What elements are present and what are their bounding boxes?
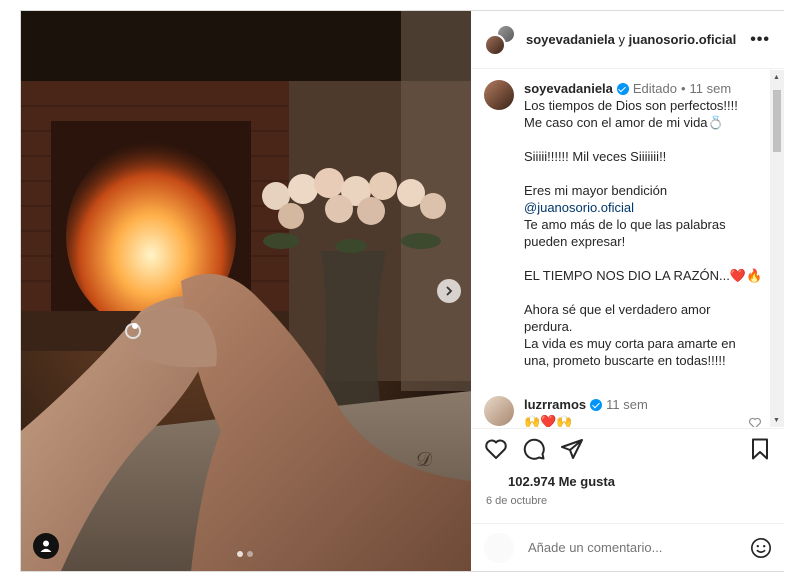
comment-text: 🙌❤️🙌 — [524, 414, 573, 427]
avatar-stack[interactable] — [484, 23, 516, 56]
scrollbar-thumb[interactable] — [773, 90, 781, 152]
emoji-icon[interactable] — [750, 537, 772, 559]
post-caption: soyevadaniela Editado • 11 sem Los tiemp… — [484, 80, 766, 369]
author-link[interactable]: juanosorio.oficial — [629, 32, 737, 47]
scroll-up-icon[interactable]: ▲ — [773, 74, 780, 81]
post-authors: soyevadaniela y juanosorio.oficial — [526, 32, 736, 47]
comments-section: soyevadaniela Editado • 11 sem Los tiemp… — [472, 70, 784, 427]
post-actions: 102.974 Me gusta 6 de octubre — [472, 428, 784, 514]
comment-item: luzrramos 11 sem 🙌❤️🙌 — [484, 396, 766, 427]
mention-link[interactable]: @juanosorio.oficial — [524, 199, 762, 216]
caption-line: pueden expresar! — [524, 234, 626, 249]
likes-count[interactable]: 102.974 Me gusta — [472, 474, 784, 489]
caption-line: La vida es muy corta para amarte en — [524, 336, 736, 351]
comment-username[interactable]: luzrramos — [524, 396, 586, 413]
svg-text:𝒟: 𝒟 — [416, 447, 432, 471]
verified-badge-icon — [590, 398, 603, 411]
caption-username[interactable]: soyevadaniela — [524, 80, 613, 97]
share-paper-plane-icon[interactable] — [560, 437, 584, 461]
caption-line: EL TIEMPO NOS DIO LA RAZÓN...❤️🔥 — [524, 268, 763, 283]
caption-line: Los tiempos de Dios son perfectos!!!! — [524, 98, 738, 113]
tagged-users-button[interactable] — [33, 533, 59, 559]
engagement-photo-illustration: 𝒟 — [21, 11, 471, 571]
person-icon — [40, 540, 52, 552]
caption-line: una, prometo buscarte en todas!!!!! — [524, 353, 726, 368]
comments-scrollbar[interactable]: ▲ ▼ — [770, 70, 784, 427]
avatar[interactable] — [484, 396, 514, 426]
comment-input[interactable] — [528, 540, 750, 555]
caption-line: Ahora sé que el verdadero amor — [524, 302, 711, 317]
separator-dot: • — [680, 81, 686, 96]
caption-line: Siiiii!!!!!! Mil veces Siiiiiii!! — [524, 149, 667, 164]
author-connector: y — [618, 32, 626, 47]
post-date[interactable]: 6 de octubre — [472, 495, 784, 507]
post-dialog: 𝒟 soyevadaniela y juanosorio.oficial ••• — [20, 10, 784, 572]
avatar — [484, 33, 506, 56]
caption-age[interactable]: 11 sem — [690, 80, 732, 97]
post-photo[interactable]: 𝒟 — [21, 11, 471, 571]
edited-label: Editado — [632, 81, 677, 96]
add-comment-bar — [472, 523, 784, 571]
post-side-panel: soyevadaniela y juanosorio.oficial ••• s… — [472, 11, 784, 571]
carousel-indicator — [237, 551, 253, 557]
author-link[interactable]: soyevadaniela — [526, 32, 615, 47]
avatar — [484, 532, 514, 563]
chevron-right-icon — [446, 286, 453, 296]
comment-age[interactable]: 11 sem — [606, 396, 648, 413]
caption-line: perdura. — [524, 319, 573, 334]
save-bookmark-icon[interactable] — [748, 437, 772, 461]
verified-badge-icon — [616, 82, 629, 95]
comment-bubble-icon[interactable] — [522, 437, 546, 461]
caption-line: Eres mi mayor bendición — [524, 183, 668, 198]
scroll-down-icon[interactable]: ▼ — [773, 417, 780, 424]
caption-line: Te amo más de lo que las palabras — [524, 217, 726, 232]
next-image-button[interactable] — [437, 279, 461, 303]
post-header: soyevadaniela y juanosorio.oficial ••• — [472, 11, 784, 69]
like-comment-heart-icon[interactable] — [748, 416, 762, 427]
caption-line: Me caso con el amor de mi vida💍 — [524, 115, 724, 130]
avatar[interactable] — [484, 80, 514, 110]
like-heart-icon[interactable] — [484, 437, 508, 461]
more-options-icon[interactable]: ••• — [750, 31, 770, 49]
